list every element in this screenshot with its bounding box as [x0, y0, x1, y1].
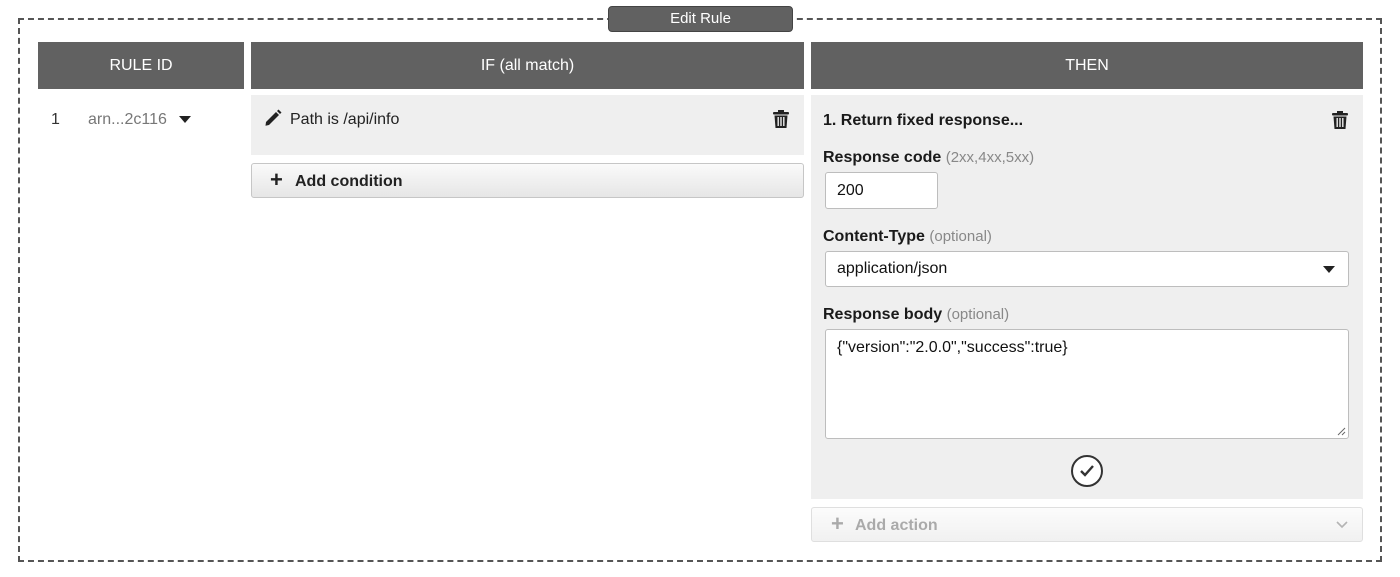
content-type-value: application/json	[837, 260, 948, 277]
response-code-label: Response code (2xx,4xx,5xx)	[823, 149, 1034, 167]
resize-handle-icon[interactable]	[1336, 426, 1346, 436]
trash-icon[interactable]	[1332, 111, 1348, 129]
response-body-hint: (optional)	[946, 306, 1010, 323]
confirm-button[interactable]	[1071, 455, 1103, 487]
column-header-rule-id: RULE ID	[38, 42, 244, 89]
trash-icon[interactable]	[773, 110, 789, 128]
response-code-hint: (2xx,4xx,5xx)	[945, 149, 1035, 166]
column-header-if: IF (all match)	[251, 42, 804, 89]
add-action-label: Add action	[855, 517, 938, 534]
column-header-then: THEN	[811, 42, 1363, 89]
content-type-label-text: Content-Type	[823, 228, 925, 245]
response-body-value: {"version":"2.0.0","success":true}	[837, 339, 1068, 356]
plus-icon: +	[270, 167, 283, 192]
add-condition-button[interactable]: + Add condition	[251, 163, 1037, 198]
response-code-input[interactable]: 200	[825, 172, 938, 209]
caret-down-icon	[1323, 266, 1335, 273]
caret-down-icon[interactable]	[179, 116, 191, 123]
condition-text[interactable]: Path is /api/info	[290, 111, 399, 129]
add-condition-label: Add condition	[295, 173, 403, 190]
rule-number: 1	[51, 111, 60, 128]
response-body-textarea[interactable]: {"version":"2.0.0","success":true}	[825, 329, 1349, 439]
content-type-select[interactable]: application/json	[825, 251, 1349, 287]
plus-icon: +	[831, 511, 844, 536]
edit-rule-badge[interactable]: Edit Rule	[608, 6, 793, 32]
content-type-label: Content-Type (optional)	[823, 228, 992, 246]
checkmark-icon	[1080, 465, 1094, 477]
response-code-label-text: Response code	[823, 149, 942, 166]
response-body-label: Response body (optional)	[823, 306, 1009, 324]
pencil-icon[interactable]	[264, 109, 282, 127]
content-type-hint: (optional)	[929, 228, 992, 245]
action-title: 1. Return fixed response...	[823, 112, 1024, 129]
add-action-button[interactable]: + Add action	[811, 507, 1363, 542]
response-body-label-text: Response body	[823, 306, 943, 323]
rule-arn-dropdown[interactable]: arn...2c116	[88, 111, 167, 129]
chevron-down-icon	[1336, 521, 1348, 529]
